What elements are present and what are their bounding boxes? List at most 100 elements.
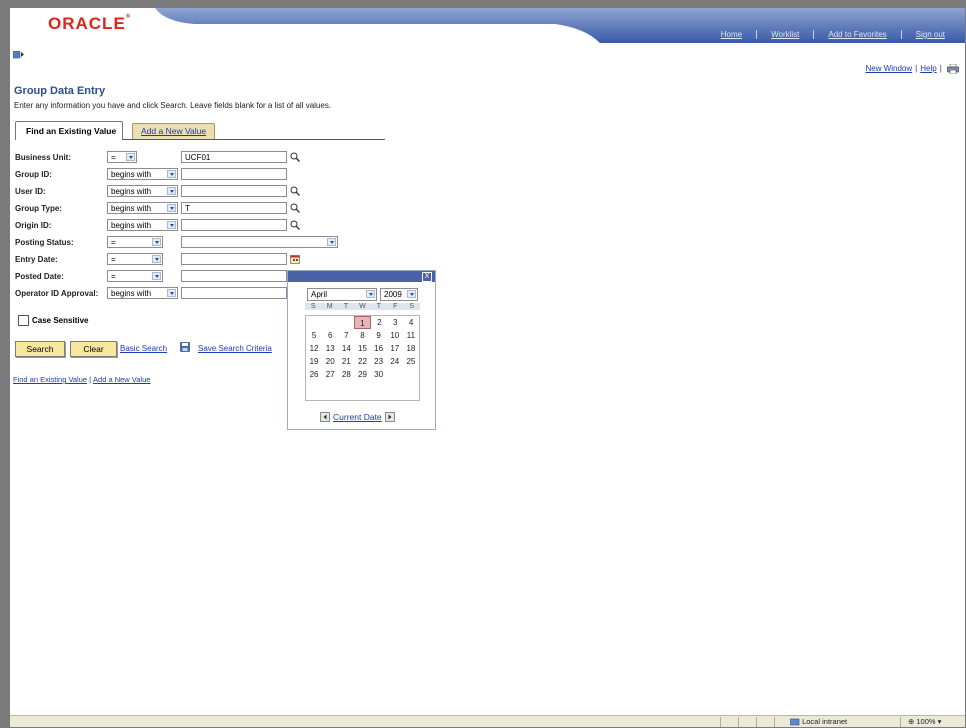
top-navigation-bar: Home Worklist Add to Favorites Sign out (155, 8, 965, 43)
browser-status-bar: Local intranet ⊕ 100% ▾ (10, 715, 965, 727)
operator-select[interactable]: = (107, 270, 163, 282)
calendar-day[interactable]: 8 (354, 329, 370, 342)
menu-toggle-icon[interactable] (13, 51, 24, 59)
search-button[interactable]: Search (15, 341, 65, 357)
lookup-icon[interactable] (290, 186, 300, 196)
calendar-day[interactable]: 18 (403, 342, 419, 355)
bottom-find-existing-link[interactable]: Find an Existing Value (13, 375, 87, 384)
entry-date-input[interactable] (181, 253, 287, 265)
lookup-icon[interactable] (290, 152, 300, 162)
calendar-day (403, 368, 419, 381)
operator-select[interactable]: = (107, 253, 163, 265)
save-icon[interactable] (180, 342, 190, 352)
group-id-input[interactable] (181, 168, 287, 180)
posted-date-input[interactable] (181, 270, 287, 282)
chevron-down-icon (327, 238, 336, 246)
calendar-day[interactable]: 23 (371, 355, 387, 368)
nav-sign-out-link[interactable]: Sign out (900, 30, 959, 39)
next-month-icon[interactable] (384, 412, 395, 422)
operator-select[interactable]: begins with (107, 185, 178, 197)
calendar-day[interactable]: 3 (387, 316, 403, 329)
new-window-link[interactable]: New Window (865, 64, 912, 73)
calendar-day[interactable]: 27 (322, 368, 338, 381)
calendar-day[interactable]: 19 (306, 355, 322, 368)
calendar-day[interactable]: 11 (403, 329, 419, 342)
calendar-day[interactable]: 21 (338, 355, 354, 368)
calendar-week: 5 6 7 8 9 10 11 (306, 329, 419, 342)
calendar-day[interactable]: 10 (387, 329, 403, 342)
chevron-down-icon (407, 290, 416, 298)
business-unit-input[interactable]: UCF01 (181, 151, 287, 163)
calendar-day[interactable]: 30 (371, 368, 387, 381)
operator-select[interactable]: begins with (107, 219, 178, 231)
calendar-week: 12 13 14 15 16 17 18 (306, 342, 419, 355)
calendar-day[interactable]: 29 (354, 368, 370, 381)
operator-select[interactable]: begins with (107, 287, 178, 299)
case-sensitive-checkbox[interactable]: Case Sensitive (18, 315, 88, 326)
operator-select[interactable]: = (107, 236, 163, 248)
bottom-add-new-link[interactable]: Add a New Value (93, 375, 150, 384)
field-label: User ID: (15, 186, 46, 196)
calendar-day[interactable]: 17 (387, 342, 403, 355)
calendar-day[interactable]: 25 (403, 355, 419, 368)
calendar-day[interactable]: 16 (371, 342, 387, 355)
calendar-icon[interactable] (290, 254, 300, 264)
calendar-day[interactable]: 28 (338, 368, 354, 381)
user-id-input[interactable] (181, 185, 287, 197)
calendar-day[interactable]: 7 (338, 329, 354, 342)
operator-select[interactable]: begins with (107, 168, 178, 180)
nav-home-link[interactable]: Home (707, 30, 756, 39)
tab-find-existing-value[interactable]: Find an Existing Value (15, 121, 124, 140)
calendar-day[interactable]: 24 (387, 355, 403, 368)
calendar-day[interactable]: 26 (306, 368, 322, 381)
calendar-day[interactable]: 20 (322, 355, 338, 368)
calendar-day[interactable]: 22 (354, 355, 370, 368)
field-row-entry-date: Entry Date: = (15, 252, 300, 266)
chevron-down-icon (167, 170, 176, 178)
printer-icon[interactable] (947, 64, 959, 74)
field-row-posting-status: Posting Status: = (15, 235, 338, 249)
save-search-criteria-link[interactable]: Save Search Criteria (198, 344, 272, 353)
help-link[interactable]: Help (920, 64, 936, 73)
calendar-day[interactable]: 14 (338, 342, 354, 355)
nav-worklist-link[interactable]: Worklist (756, 30, 813, 39)
calendar-day[interactable]: 13 (322, 342, 338, 355)
checkbox-box[interactable] (18, 315, 29, 326)
chevron-down-icon (152, 238, 161, 246)
calendar-day[interactable]: 6 (322, 329, 338, 342)
calendar-day[interactable]: 5 (306, 329, 322, 342)
current-date-link[interactable]: Current Date (333, 412, 382, 422)
operator-id-approval-input[interactable] (181, 287, 287, 299)
lookup-icon[interactable] (290, 220, 300, 230)
nav-add-favorites-link[interactable]: Add to Favorites (813, 30, 900, 39)
calendar-day[interactable]: 2 (371, 316, 387, 329)
group-type-input[interactable]: T (181, 202, 287, 214)
calendar-day[interactable]: 12 (306, 342, 322, 355)
field-label: Business Unit: (15, 152, 72, 162)
basic-search-link[interactable]: Basic Search (120, 344, 167, 353)
calendar-day[interactable]: 15 (354, 342, 370, 355)
lookup-icon[interactable] (290, 203, 300, 213)
operator-select[interactable]: begins with (107, 202, 178, 214)
tab-add-new-value[interactable]: Add a New Value (132, 123, 216, 139)
previous-month-icon[interactable] (320, 412, 330, 422)
calendar-day-today[interactable]: 1 (353, 316, 372, 329)
calendar-weekday-header: S M T W T F S (305, 303, 420, 310)
operator-select[interactable]: = (107, 151, 137, 163)
close-icon[interactable]: X (422, 272, 432, 282)
field-row-business-unit: Business Unit: = UCF01 (15, 150, 300, 164)
weekday-label: M (326, 303, 333, 310)
calendar-day[interactable]: 9 (371, 329, 387, 342)
clear-button[interactable]: Clear (70, 341, 117, 357)
calendar-day[interactable]: 4 (403, 316, 419, 329)
calendar-day (322, 316, 338, 329)
field-label: Posting Status: (15, 237, 74, 247)
calendar-year-select[interactable]: 2009 (380, 288, 418, 301)
browser-page: ORACLE® Home Worklist Add to Favorites S… (10, 8, 965, 727)
posting-status-select[interactable] (181, 236, 338, 248)
chevron-down-icon (366, 290, 375, 298)
current-date-nav: Current Date (320, 412, 395, 422)
origin-id-input[interactable] (181, 219, 287, 231)
zoom-level[interactable]: ⊕ 100% ▾ (908, 716, 941, 727)
calendar-month-select[interactable]: April (307, 288, 377, 301)
